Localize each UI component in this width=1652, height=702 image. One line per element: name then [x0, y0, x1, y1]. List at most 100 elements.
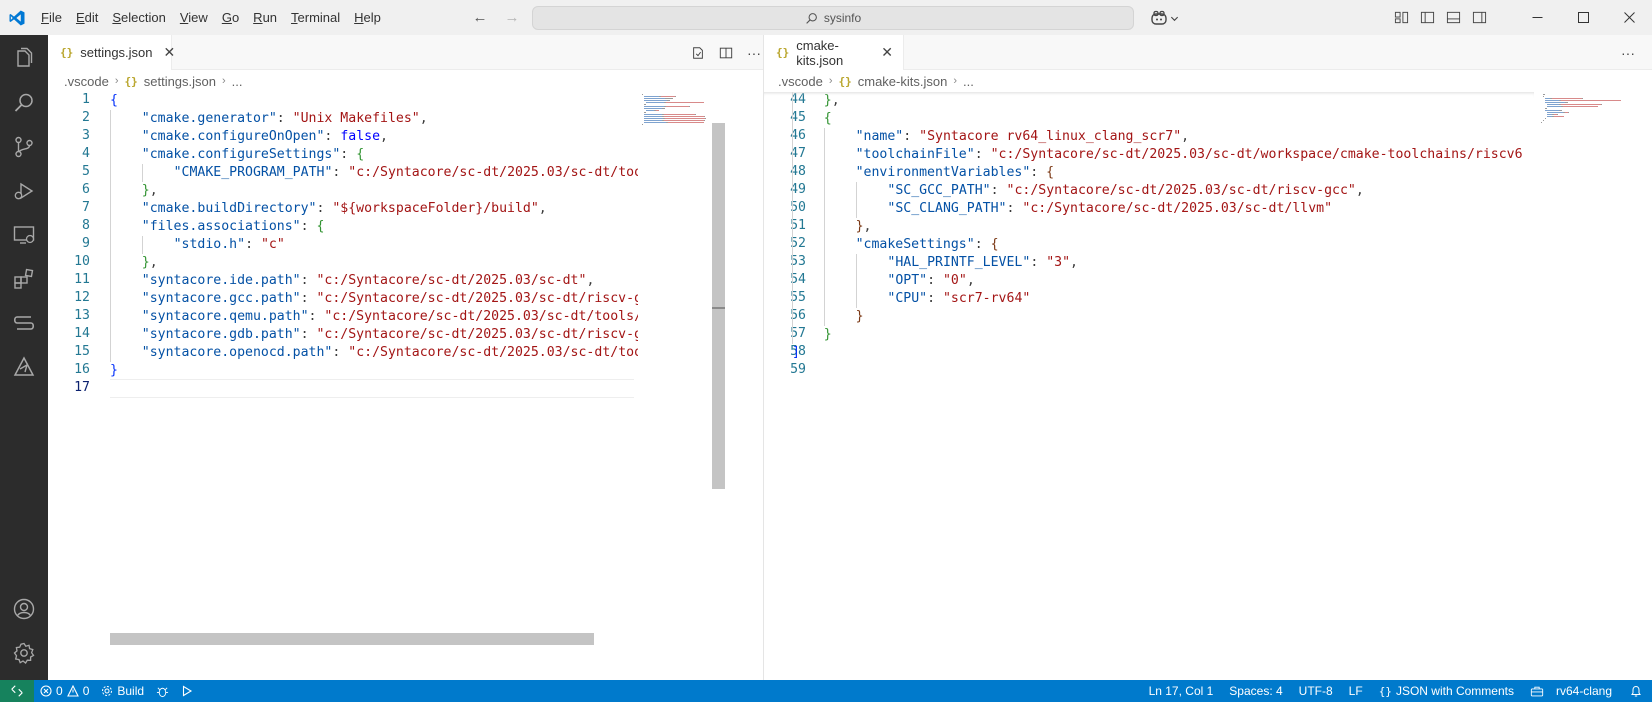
code-line: "CMAKE_PROGRAM_PATH": "c:/Syntacore/sc-d… — [174, 164, 682, 182]
code-editor[interactable]: 1 {2 "cmake.generator": "Unix Makefiles", 3… — [48, 92, 682, 662]
menu-edit[interactable]: Edit — [69, 0, 105, 35]
minimap[interactable] — [638, 92, 710, 512]
code-line: }, — [142, 182, 158, 200]
tab-cmake-kits-json[interactable]: {} cmake-kits.json ✕ — [764, 35, 904, 70]
code-line: "cmake.configureOnOpen": false, — [142, 128, 388, 146]
indentation[interactable]: Spaces: 4 — [1221, 680, 1290, 702]
line-number: 6 — [82, 182, 90, 197]
close-icon[interactable]: ✕ — [164, 44, 176, 61]
code-token: : — [308, 309, 325, 324]
build-button[interactable]: Build — [95, 680, 150, 702]
breadcrumb-file[interactable]: cmake-kits.json — [858, 74, 948, 89]
extensions-icon[interactable] — [0, 255, 48, 303]
minimap[interactable] — [1537, 92, 1637, 512]
code-token: : — [324, 129, 341, 144]
breadcrumb-folder[interactable]: .vscode — [778, 74, 823, 89]
maximize-button[interactable] — [1560, 0, 1606, 35]
debug-button[interactable] — [150, 680, 175, 702]
split-editor-icon[interactable] — [714, 41, 738, 65]
more-actions-icon[interactable]: ··· — [1616, 41, 1640, 65]
code-token: "environmentVariables" — [855, 165, 1031, 180]
code-token: } — [141, 183, 150, 198]
line-number: 49 — [790, 182, 806, 197]
toggle-secondary-sidebar-icon[interactable] — [1466, 0, 1492, 35]
open-settings-ui-icon[interactable] — [686, 41, 710, 65]
code-line: { — [110, 92, 118, 110]
launch-button[interactable] — [175, 680, 199, 702]
code-line: "syntacore.qemu.path": "c:/Syntacore/sc-… — [142, 308, 682, 326]
minimap-stroke — [1567, 102, 1568, 103]
minimap-stroke — [666, 106, 689, 107]
command-center-search[interactable]: sysinfo — [532, 6, 1134, 30]
code-token: "c" — [260, 237, 285, 252]
menu-file[interactable]: File — [34, 0, 69, 35]
tab-settings-json[interactable]: {} settings.json ✕ — [48, 35, 175, 70]
indent-guide — [110, 110, 111, 128]
syntacore-icon[interactable] — [0, 343, 48, 391]
line-number: 11 — [74, 272, 90, 287]
accounts-icon[interactable] — [0, 585, 48, 633]
indent-guide — [823, 200, 825, 218]
cmake-icon[interactable] — [0, 299, 48, 347]
toggle-primary-sidebar-icon[interactable] — [1414, 0, 1440, 35]
manage-gear-icon[interactable] — [0, 629, 48, 677]
cmake-kit[interactable]: rv64-clang — [1522, 680, 1620, 702]
code-editor[interactable]: 44}, 45{46 "name": "Syntacore rv64_linux_c… — [764, 92, 1534, 662]
indent-guide — [110, 290, 111, 308]
copilot-menu[interactable] — [1150, 8, 1179, 28]
horizontal-scrollbar[interactable] — [110, 633, 594, 645]
toggle-panel-icon[interactable] — [1440, 0, 1466, 35]
run-debug-icon[interactable] — [0, 167, 48, 215]
menu-terminal[interactable]: Terminal — [284, 0, 347, 35]
minimap-stroke — [645, 112, 646, 113]
menu-help[interactable]: Help — [347, 0, 388, 35]
breadcrumb-file[interactable]: settings.json — [144, 74, 216, 89]
line-number: 2 — [82, 110, 90, 125]
cursor-position[interactable]: Ln 17, Col 1 — [1141, 680, 1222, 702]
code-token: "toolchainFile" — [855, 147, 975, 162]
code-token: "c:/Syntacore/sc-dt/2025.03/sc-dt/worksp… — [990, 147, 1523, 162]
minimap-stroke — [1547, 104, 1559, 105]
remote-indicator[interactable] — [0, 680, 34, 702]
code-token: : — [1030, 255, 1047, 270]
breadcrumb-symbol[interactable]: ... — [963, 74, 974, 89]
code-token: , — [149, 255, 158, 270]
menu-run[interactable]: Run — [246, 0, 284, 35]
menu-label: dit — [84, 10, 99, 25]
menu-go[interactable]: Go — [215, 0, 246, 35]
forward-arrow-icon[interactable]: → — [502, 8, 522, 28]
indent-guide — [792, 128, 793, 146]
indent-guide — [855, 182, 857, 200]
close-icon[interactable]: ✕ — [881, 44, 893, 61]
breadcrumb-symbol[interactable]: ... — [232, 74, 243, 89]
minimap-stroke — [1561, 104, 1601, 105]
notifications-button[interactable] — [1620, 680, 1652, 702]
vertical-scrollbar[interactable] — [712, 123, 725, 489]
encoding[interactable]: UTF-8 — [1291, 680, 1341, 702]
minimap-stroke — [664, 120, 704, 121]
minimap-stroke — [646, 110, 654, 111]
indent-guide — [792, 146, 793, 164]
menu-selection[interactable]: Selection — [105, 0, 172, 35]
line-number: 3 — [82, 128, 90, 143]
menu-view[interactable]: View — [173, 0, 215, 35]
line-number: 53 — [790, 254, 806, 269]
breadcrumb-folder[interactable]: .vscode — [64, 74, 109, 89]
minimap-stroke — [1552, 98, 1582, 99]
minimize-button[interactable] — [1514, 0, 1560, 35]
source-control-icon[interactable] — [0, 123, 48, 171]
explorer-icon[interactable] — [0, 35, 48, 83]
customize-layout-icon[interactable] — [1388, 0, 1414, 35]
breadcrumb: .vscode › {} settings.json › ... — [48, 70, 763, 92]
code-token: , — [1070, 255, 1078, 270]
remote-explorer-icon[interactable] — [0, 211, 48, 259]
menu-mnemonic: F — [41, 10, 49, 25]
language-mode[interactable]: {} JSON with Comments — [1371, 680, 1522, 702]
back-arrow-icon[interactable]: ← — [470, 8, 490, 28]
end-of-line[interactable]: LF — [1341, 680, 1371, 702]
minimap-stroke — [1561, 100, 1621, 101]
current-line-highlight — [110, 379, 634, 398]
close-window-button[interactable] — [1606, 0, 1652, 35]
problems-indicator[interactable]: 0 0 — [34, 680, 95, 702]
search-activity-icon[interactable] — [0, 79, 48, 127]
